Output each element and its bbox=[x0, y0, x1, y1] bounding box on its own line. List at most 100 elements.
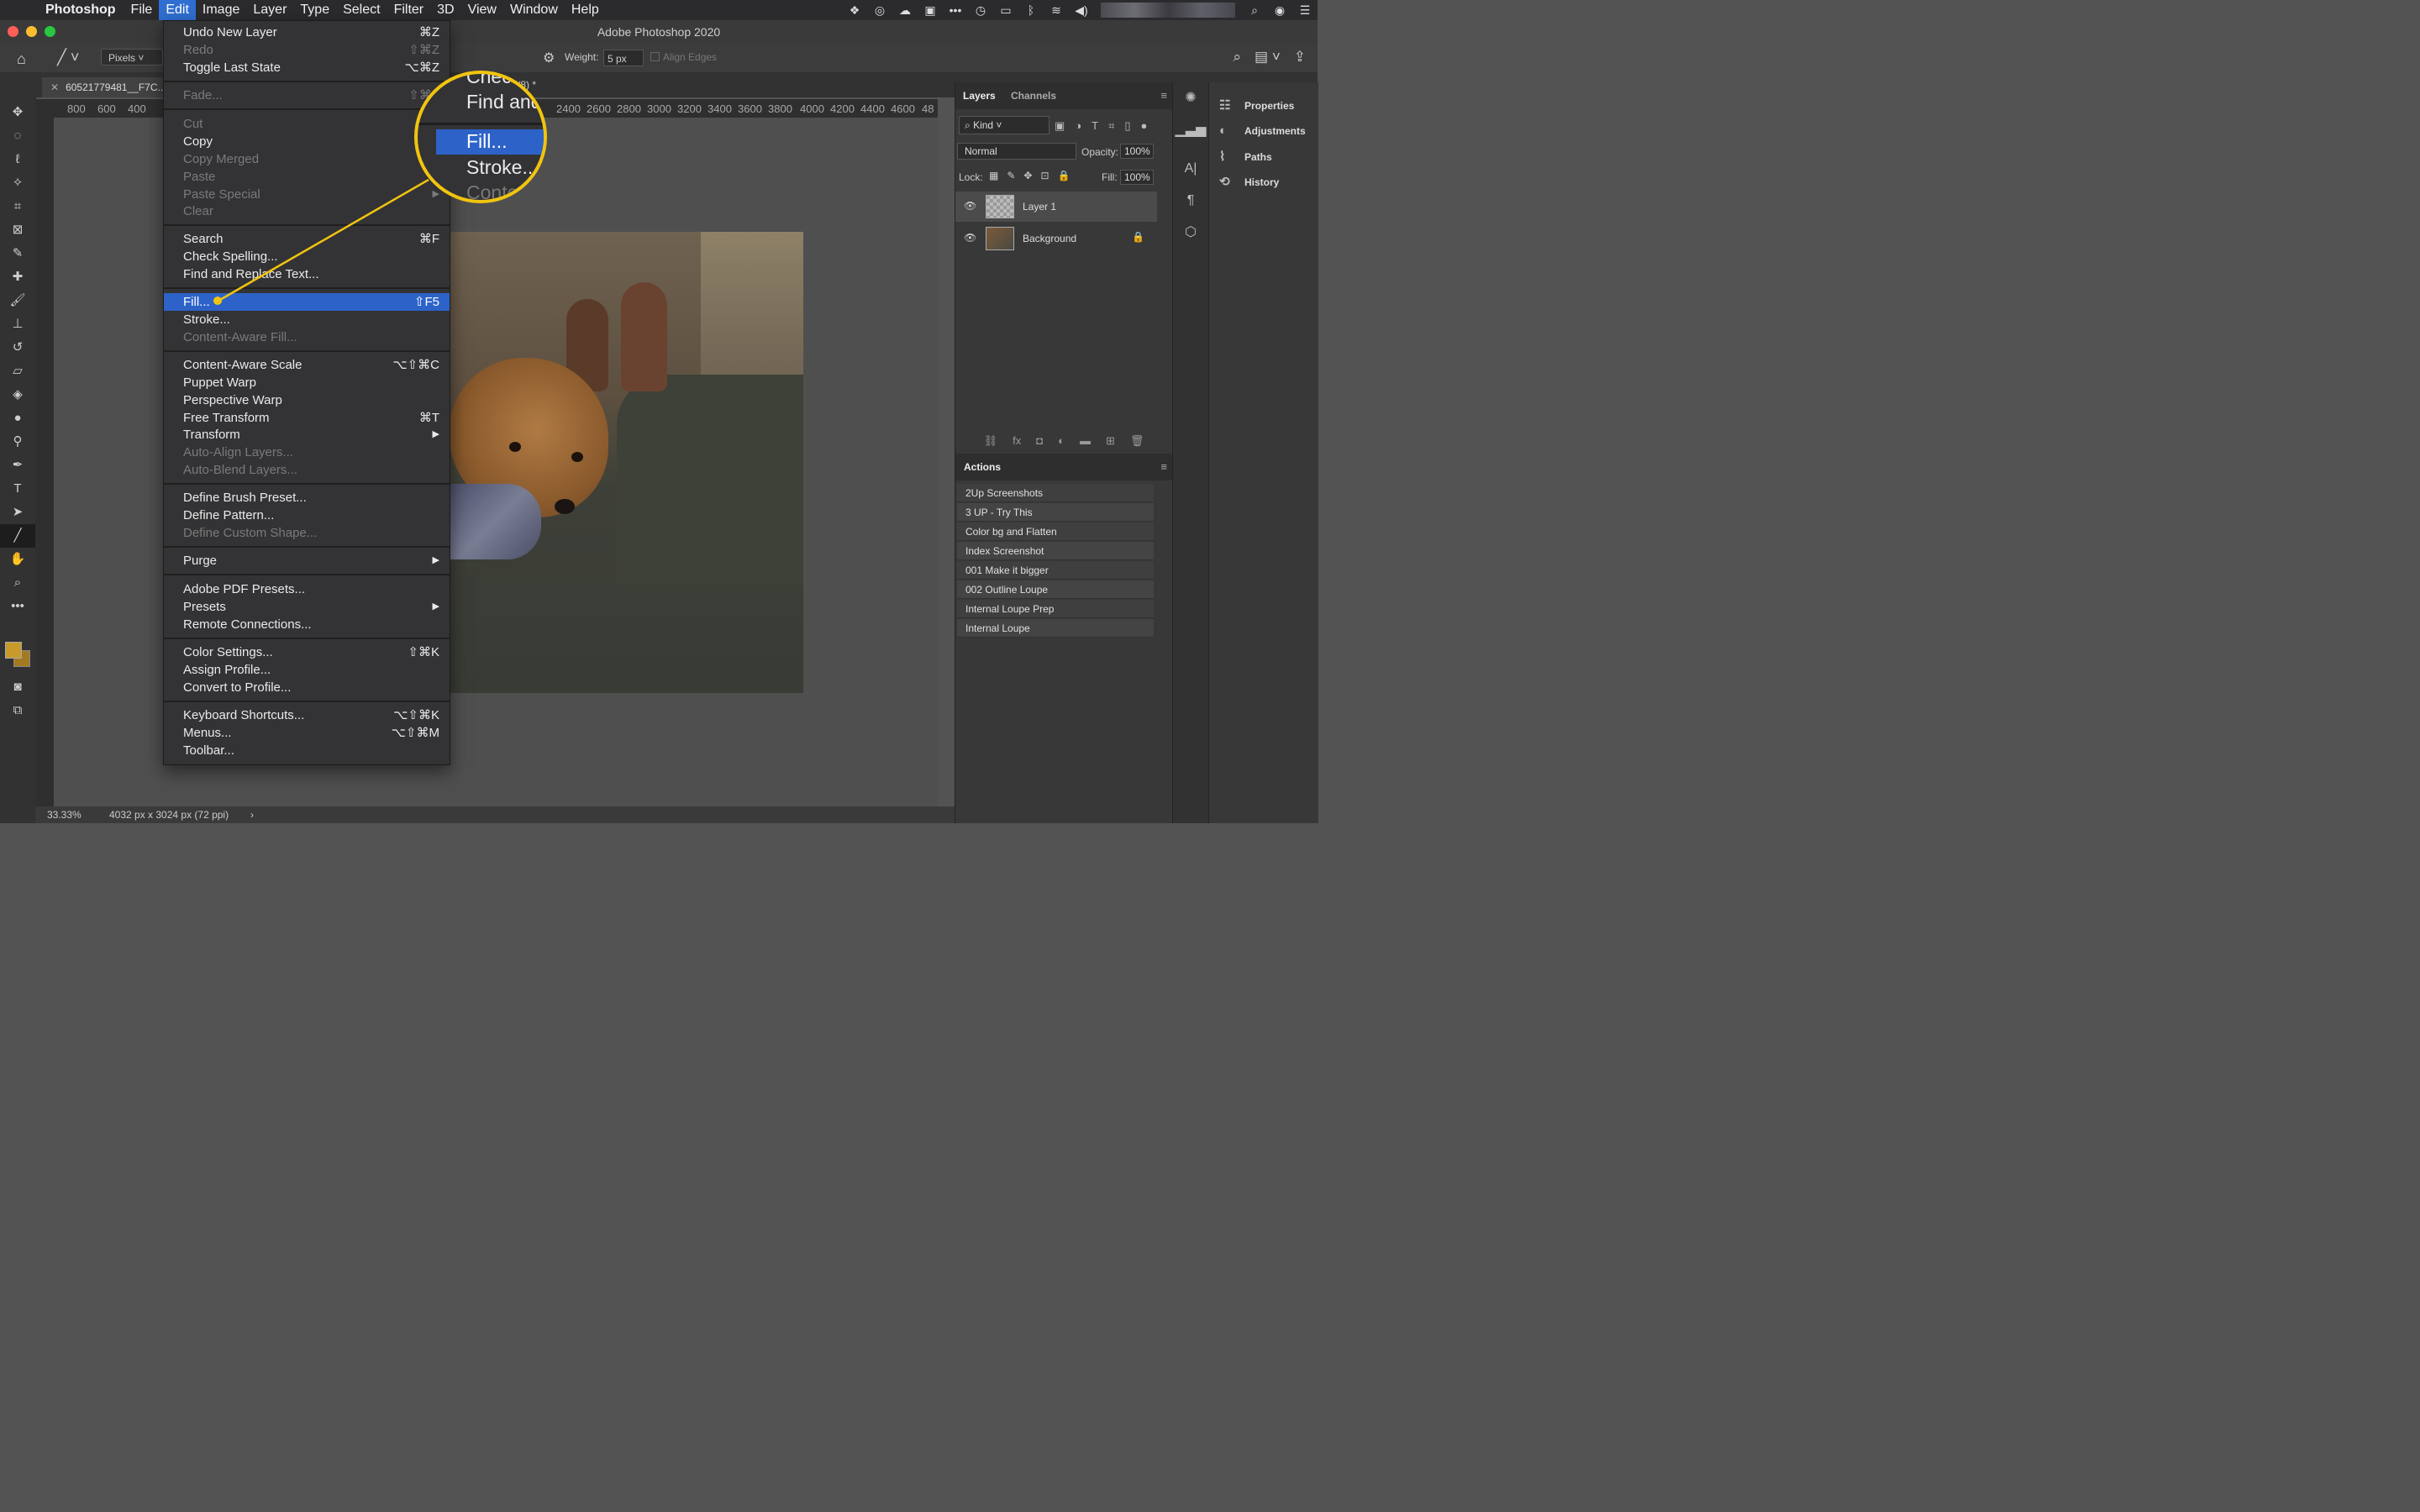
document-image[interactable] bbox=[449, 232, 803, 693]
type-tool-icon[interactable]: T bbox=[0, 477, 35, 501]
edit-toolbar-icon[interactable]: ••• bbox=[0, 595, 35, 618]
marquee-tool-icon[interactable]: ◌ bbox=[0, 124, 35, 148]
dropbox-icon[interactable]: ❖ bbox=[842, 3, 867, 18]
menu-item-check-spelling[interactable]: Check Spelling... bbox=[164, 248, 450, 265]
panel-menu-icon[interactable]: ≡ bbox=[1160, 89, 1167, 102]
new-group-icon[interactable]: ▬ bbox=[1080, 430, 1091, 452]
zoom-level[interactable]: 33.33% bbox=[47, 806, 82, 823]
more-icon[interactable]: ••• bbox=[943, 3, 968, 17]
blur-tool-icon[interactable]: ● bbox=[0, 407, 35, 430]
menu-item-transform[interactable]: Transform ▶ bbox=[164, 426, 450, 444]
menu-item-color-settings[interactable]: Color Settings... ⇧⌘K bbox=[164, 643, 450, 661]
navigator-icon[interactable]: ✺ bbox=[1173, 82, 1208, 114]
menu-item-presets[interactable]: Presets ▶ bbox=[164, 598, 450, 616]
time-machine-icon[interactable]: ◷ bbox=[968, 3, 993, 18]
unit-dropdown[interactable]: Pixels ˅ bbox=[101, 49, 163, 66]
zoom-tool-icon[interactable]: ⌕ bbox=[0, 571, 35, 595]
trash-icon[interactable]: 🗑 bbox=[1130, 430, 1144, 452]
menu-item-define-pattern[interactable]: Define Pattern... bbox=[164, 507, 450, 524]
eyedropper-tool-icon[interactable]: ✎ bbox=[0, 242, 35, 265]
menu-type[interactable]: Type bbox=[293, 0, 336, 20]
menu-item-content-aware-scale[interactable]: Content-Aware Scale ⌥⇧⌘C bbox=[164, 356, 450, 374]
crop-tool-icon[interactable]: ⌗ bbox=[0, 195, 35, 218]
menu-edit[interactable]: Edit bbox=[159, 0, 196, 20]
3d-cube-icon[interactable]: ⬡ bbox=[1173, 217, 1208, 249]
dodge-tool-icon[interactable]: ⚲ bbox=[0, 430, 35, 454]
menu-item-toggle-last-state[interactable]: Toggle Last State ⌥⌘Z bbox=[164, 59, 450, 76]
menu-item-menus[interactable]: Menus... ⌥⇧⌘M bbox=[164, 724, 450, 742]
volume-icon[interactable]: ◀) bbox=[1069, 3, 1094, 18]
action-item[interactable]: 2Up Screenshots bbox=[957, 484, 1154, 502]
menu-view[interactable]: View bbox=[461, 0, 503, 20]
menu-filter[interactable]: Filter bbox=[387, 0, 431, 20]
link-layers-icon[interactable]: ⛓ bbox=[984, 430, 998, 452]
menu-item-define-brush[interactable]: Define Brush Preset... bbox=[164, 489, 450, 507]
hand-tool-icon[interactable]: ✋ bbox=[0, 548, 35, 571]
menu-layer[interactable]: Layer bbox=[246, 0, 293, 20]
menu-item-free-transform[interactable]: Free Transform ⌘T bbox=[164, 409, 450, 427]
menu-item-assign-profile[interactable]: Assign Profile... bbox=[164, 661, 450, 679]
siri-icon[interactable]: ◉ bbox=[1267, 3, 1292, 18]
dock-adjustments[interactable]: ◐ Adjustments bbox=[1209, 118, 1318, 144]
control-center-icon[interactable]: ☰ bbox=[1292, 3, 1318, 18]
quick-mask-icon[interactable]: ◙ bbox=[0, 675, 35, 699]
action-item[interactable]: Internal Loupe bbox=[957, 619, 1154, 638]
home-icon[interactable]: ⌂ bbox=[17, 50, 26, 68]
search-icon[interactable]: ⌕ bbox=[1234, 49, 1242, 66]
menu-item-pdf-presets[interactable]: Adobe PDF Presets... bbox=[164, 580, 450, 598]
action-item[interactable]: 002 Outline Loupe bbox=[957, 580, 1154, 599]
tab-layers[interactable]: Layers bbox=[963, 90, 996, 102]
menu-item-stroke[interactable]: Stroke... bbox=[164, 311, 450, 328]
move-tool-icon[interactable]: ✥ bbox=[0, 101, 35, 124]
pen-tool-icon[interactable]: ✒ bbox=[0, 454, 35, 477]
wifi-icon[interactable]: ≋ bbox=[1044, 3, 1069, 18]
action-item[interactable]: Internal Loupe Prep bbox=[957, 600, 1154, 618]
menu-3d[interactable]: 3D bbox=[430, 0, 460, 20]
menu-item-copy[interactable]: Copy bbox=[164, 133, 450, 150]
layer-row[interactable]: 👁 Background 🔒 bbox=[955, 223, 1157, 254]
new-layer-icon[interactable]: ⊞ bbox=[1106, 430, 1115, 452]
menu-item-fill[interactable]: Fill... ⇧F5 bbox=[164, 293, 450, 311]
weight-input[interactable]: 5 px bbox=[603, 50, 644, 66]
magic-wand-tool-icon[interactable]: ✧ bbox=[0, 171, 35, 195]
opacity-input[interactable]: 100% bbox=[1120, 144, 1154, 159]
screen-mode-icon[interactable]: ⧉ bbox=[0, 699, 35, 722]
histogram-icon[interactable]: ▁▃▅ bbox=[1173, 114, 1208, 146]
menu-item-undo[interactable]: Undo New Layer ⌘Z bbox=[164, 24, 450, 41]
paint-bucket-tool-icon[interactable]: ◈ bbox=[0, 383, 35, 407]
dock-paths[interactable]: ⌇ Paths bbox=[1209, 144, 1318, 170]
menu-help[interactable]: Help bbox=[565, 0, 606, 20]
spotlight-search-icon[interactable]: ⌕ bbox=[1242, 3, 1267, 18]
bluetooth-icon[interactable]: ᛒ bbox=[1018, 3, 1044, 17]
eraser-tool-icon[interactable]: ▱ bbox=[0, 360, 35, 383]
tab-channels[interactable]: Channels bbox=[1011, 90, 1056, 102]
menu-image[interactable]: Image bbox=[196, 0, 246, 20]
share-icon[interactable]: ⇪ bbox=[1294, 49, 1306, 66]
add-mask-icon[interactable]: ◘ bbox=[1036, 430, 1043, 452]
dock-history[interactable]: ⟲ History bbox=[1209, 170, 1318, 195]
action-item[interactable]: Color bg and Flatten bbox=[957, 522, 1154, 541]
action-item[interactable]: Index Screenshot bbox=[957, 542, 1154, 560]
character-icon[interactable]: A| bbox=[1173, 153, 1208, 185]
layer-filter-icons[interactable]: ▣◑T⌗▯● bbox=[1055, 119, 1157, 133]
menu-item-purge[interactable]: Purge ▶ bbox=[164, 552, 450, 570]
fx-icon[interactable]: fx bbox=[1013, 430, 1021, 452]
frame-tool-icon[interactable]: ⊠ bbox=[0, 218, 35, 242]
path-selection-tool-icon[interactable]: ➤ bbox=[0, 501, 35, 524]
menu-item-find-replace[interactable]: Find and Replace Text... bbox=[164, 265, 450, 283]
foreground-color-swatch[interactable] bbox=[5, 642, 22, 659]
lock-icons[interactable]: ▦✎✥⊡🔒 bbox=[989, 170, 1078, 181]
menu-item-convert-profile[interactable]: Convert to Profile... bbox=[164, 679, 450, 696]
visibility-eye-icon[interactable]: 👁 bbox=[964, 232, 976, 244]
layer-kind-filter[interactable]: ⌕ Kind ˅ bbox=[959, 116, 1050, 134]
line-tool-preset-icon[interactable]: ╱ ˅ bbox=[57, 49, 79, 66]
close-tab-icon[interactable]: ✕ bbox=[50, 81, 59, 93]
fill-input[interactable]: 100% bbox=[1120, 170, 1154, 185]
menu-item-toolbar[interactable]: Toolbar... bbox=[164, 742, 450, 759]
healing-brush-tool-icon[interactable]: ✚ bbox=[0, 265, 35, 289]
menu-item-keyboard-shortcuts[interactable]: Keyboard Shortcuts... ⌥⇧⌘K bbox=[164, 706, 450, 724]
menu-app[interactable]: Photoshop bbox=[39, 0, 123, 20]
lasso-tool-icon[interactable]: ℓ bbox=[0, 148, 35, 171]
adjustment-layer-icon[interactable]: ◐ bbox=[1058, 430, 1065, 452]
menu-file[interactable]: File bbox=[124, 0, 160, 20]
